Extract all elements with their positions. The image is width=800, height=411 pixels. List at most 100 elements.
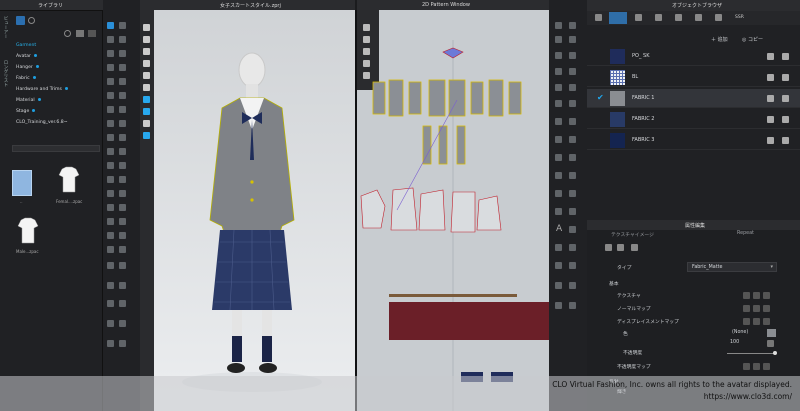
hide-tool-icon[interactable]	[119, 340, 126, 347]
texture-row-value[interactable]: Repeat	[737, 231, 754, 236]
render-tool-icon[interactable]	[119, 218, 126, 225]
ellipse-tool-icon[interactable]	[119, 204, 126, 211]
link-tool-icon[interactable]	[107, 300, 114, 307]
library-home-icon[interactable]	[16, 16, 25, 25]
tab-line-icon[interactable]	[655, 14, 662, 21]
normal-edit-icon[interactable]	[753, 305, 760, 312]
strengthen-tool-icon[interactable]	[119, 320, 126, 327]
notch-icon[interactable]	[569, 100, 576, 107]
add-point-icon[interactable]	[569, 36, 576, 43]
tree-item-garment[interactable]: Garment	[16, 40, 100, 51]
color-swatch[interactable]	[767, 329, 776, 337]
select-tool-icon[interactable]	[107, 22, 114, 29]
display-mesh-icon[interactable]	[143, 96, 150, 103]
fabric-apply-icon[interactable]	[767, 74, 774, 81]
internal-line-icon[interactable]	[555, 84, 562, 91]
opacity-picker-icon[interactable]	[767, 340, 774, 347]
topstitch-tool-icon[interactable]	[107, 92, 114, 99]
display-garment-icon[interactable]	[143, 36, 150, 43]
display-texture-icon[interactable]	[143, 72, 150, 79]
pose-tool-icon[interactable]	[107, 162, 114, 169]
tree-item-stage[interactable]: Stage	[16, 106, 100, 117]
cut-tool-icon[interactable]	[107, 282, 114, 289]
pen-tool-icon[interactable]	[107, 50, 114, 57]
folder-up-thumb[interactable]	[12, 170, 32, 196]
check-sew-icon[interactable]	[555, 136, 562, 143]
hanger-tool-icon[interactable]	[119, 176, 126, 183]
property-tab-icon[interactable]	[605, 244, 612, 251]
displacement-delete-icon[interactable]	[763, 318, 770, 325]
tree-item-hanger[interactable]: Hanger	[16, 62, 100, 73]
fold-arrange-icon[interactable]	[569, 262, 576, 269]
opacity-map-edit-icon[interactable]	[753, 363, 760, 370]
texture-tool-icon[interactable]	[107, 120, 114, 127]
size-tool-icon[interactable]	[107, 262, 114, 269]
basic-section[interactable]: 基本	[587, 278, 800, 289]
shape-tool-icon[interactable]	[107, 190, 114, 197]
topstitch-2d-icon[interactable]	[555, 190, 562, 197]
edit-pattern-icon[interactable]	[555, 22, 562, 29]
texture-delete-icon[interactable]	[763, 292, 770, 299]
offset-icon[interactable]	[569, 84, 576, 91]
size-2d-icon[interactable]	[569, 244, 576, 251]
dart-icon[interactable]	[569, 68, 576, 75]
fabric-menu-icon[interactable]	[782, 53, 789, 60]
trim-tool-icon[interactable]	[119, 134, 126, 141]
texture-edit-icon[interactable]	[753, 292, 760, 299]
quality-tool-icon[interactable]	[119, 148, 126, 155]
free-sew-icon[interactable]	[569, 118, 576, 125]
fabric-item[interactable]: BL	[587, 68, 800, 87]
opacity-value[interactable]: 100	[730, 340, 739, 345]
tack-icon[interactable]	[569, 136, 576, 143]
fold-tool-icon[interactable]	[107, 36, 114, 43]
fold-2d-icon[interactable]	[569, 190, 576, 197]
freeze-tool-icon[interactable]	[107, 320, 114, 327]
mesh-tool-icon[interactable]	[107, 246, 114, 253]
seam-allowance-icon[interactable]	[555, 100, 562, 107]
zipper-tool-icon[interactable]	[119, 78, 126, 85]
tree-item-clo-training[interactable]: CLO_Training_ver.6.8~	[16, 117, 100, 128]
edit-texture-icon[interactable]	[555, 154, 562, 161]
polygon-icon[interactable]	[555, 52, 562, 59]
tape-tool-icon[interactable]	[107, 64, 114, 71]
tree-item-material[interactable]: Material	[16, 95, 100, 106]
lock-tool-icon[interactable]	[107, 340, 114, 347]
graphic-tool-icon[interactable]	[119, 120, 126, 127]
shadow-tool-icon[interactable]	[119, 232, 126, 239]
fabric-apply-icon[interactable]	[767, 95, 774, 102]
opacity-map-delete-icon[interactable]	[763, 363, 770, 370]
trace-icon[interactable]	[569, 282, 576, 289]
rectangle-icon[interactable]	[569, 52, 576, 59]
unlink-tool-icon[interactable]	[119, 300, 126, 307]
stretch-tool-icon[interactable]	[119, 190, 126, 197]
fabric-menu-icon[interactable]	[782, 95, 789, 102]
transform-pattern-icon[interactable]	[569, 22, 576, 29]
seam-tool-icon[interactable]	[119, 92, 126, 99]
tree-item-hardware[interactable]: Hardware and Trims	[16, 84, 100, 95]
fabric-item[interactable]: FABRIC 2	[587, 110, 800, 129]
measure-2d-icon[interactable]	[555, 282, 562, 289]
graphic-2d-icon[interactable]	[569, 154, 576, 161]
light-tool-icon[interactable]	[107, 232, 114, 239]
camera-tool-icon[interactable]	[107, 218, 114, 225]
tab-fabric-icon[interactable]	[609, 12, 627, 24]
normal-delete-icon[interactable]	[763, 305, 770, 312]
display-stitch-icon[interactable]	[143, 48, 150, 55]
male-garment-thumb[interactable]	[17, 217, 39, 245]
circle-tool-icon[interactable]	[107, 204, 114, 211]
measure-tool-icon[interactable]	[119, 50, 126, 57]
puckering-tool-icon[interactable]	[107, 134, 114, 141]
female-garment-thumb[interactable]	[58, 166, 80, 194]
grade-icon[interactable]	[555, 244, 562, 251]
texture-load-icon[interactable]	[743, 292, 750, 299]
transform-tool-icon[interactable]	[119, 22, 126, 29]
add-button[interactable]: ＋ 追加	[711, 36, 728, 43]
opacity-slider[interactable]	[727, 353, 775, 354]
tab-button-icon[interactable]	[635, 14, 642, 21]
symmetry-icon[interactable]	[569, 226, 576, 233]
ellipse-pattern-icon[interactable]	[555, 68, 562, 75]
fabric-menu-icon[interactable]	[782, 74, 789, 81]
copy-button[interactable]: ◎ コピー	[742, 36, 763, 43]
wire-tool-icon[interactable]	[119, 262, 126, 269]
viewer-tab[interactable]: ビューアー	[2, 16, 8, 56]
